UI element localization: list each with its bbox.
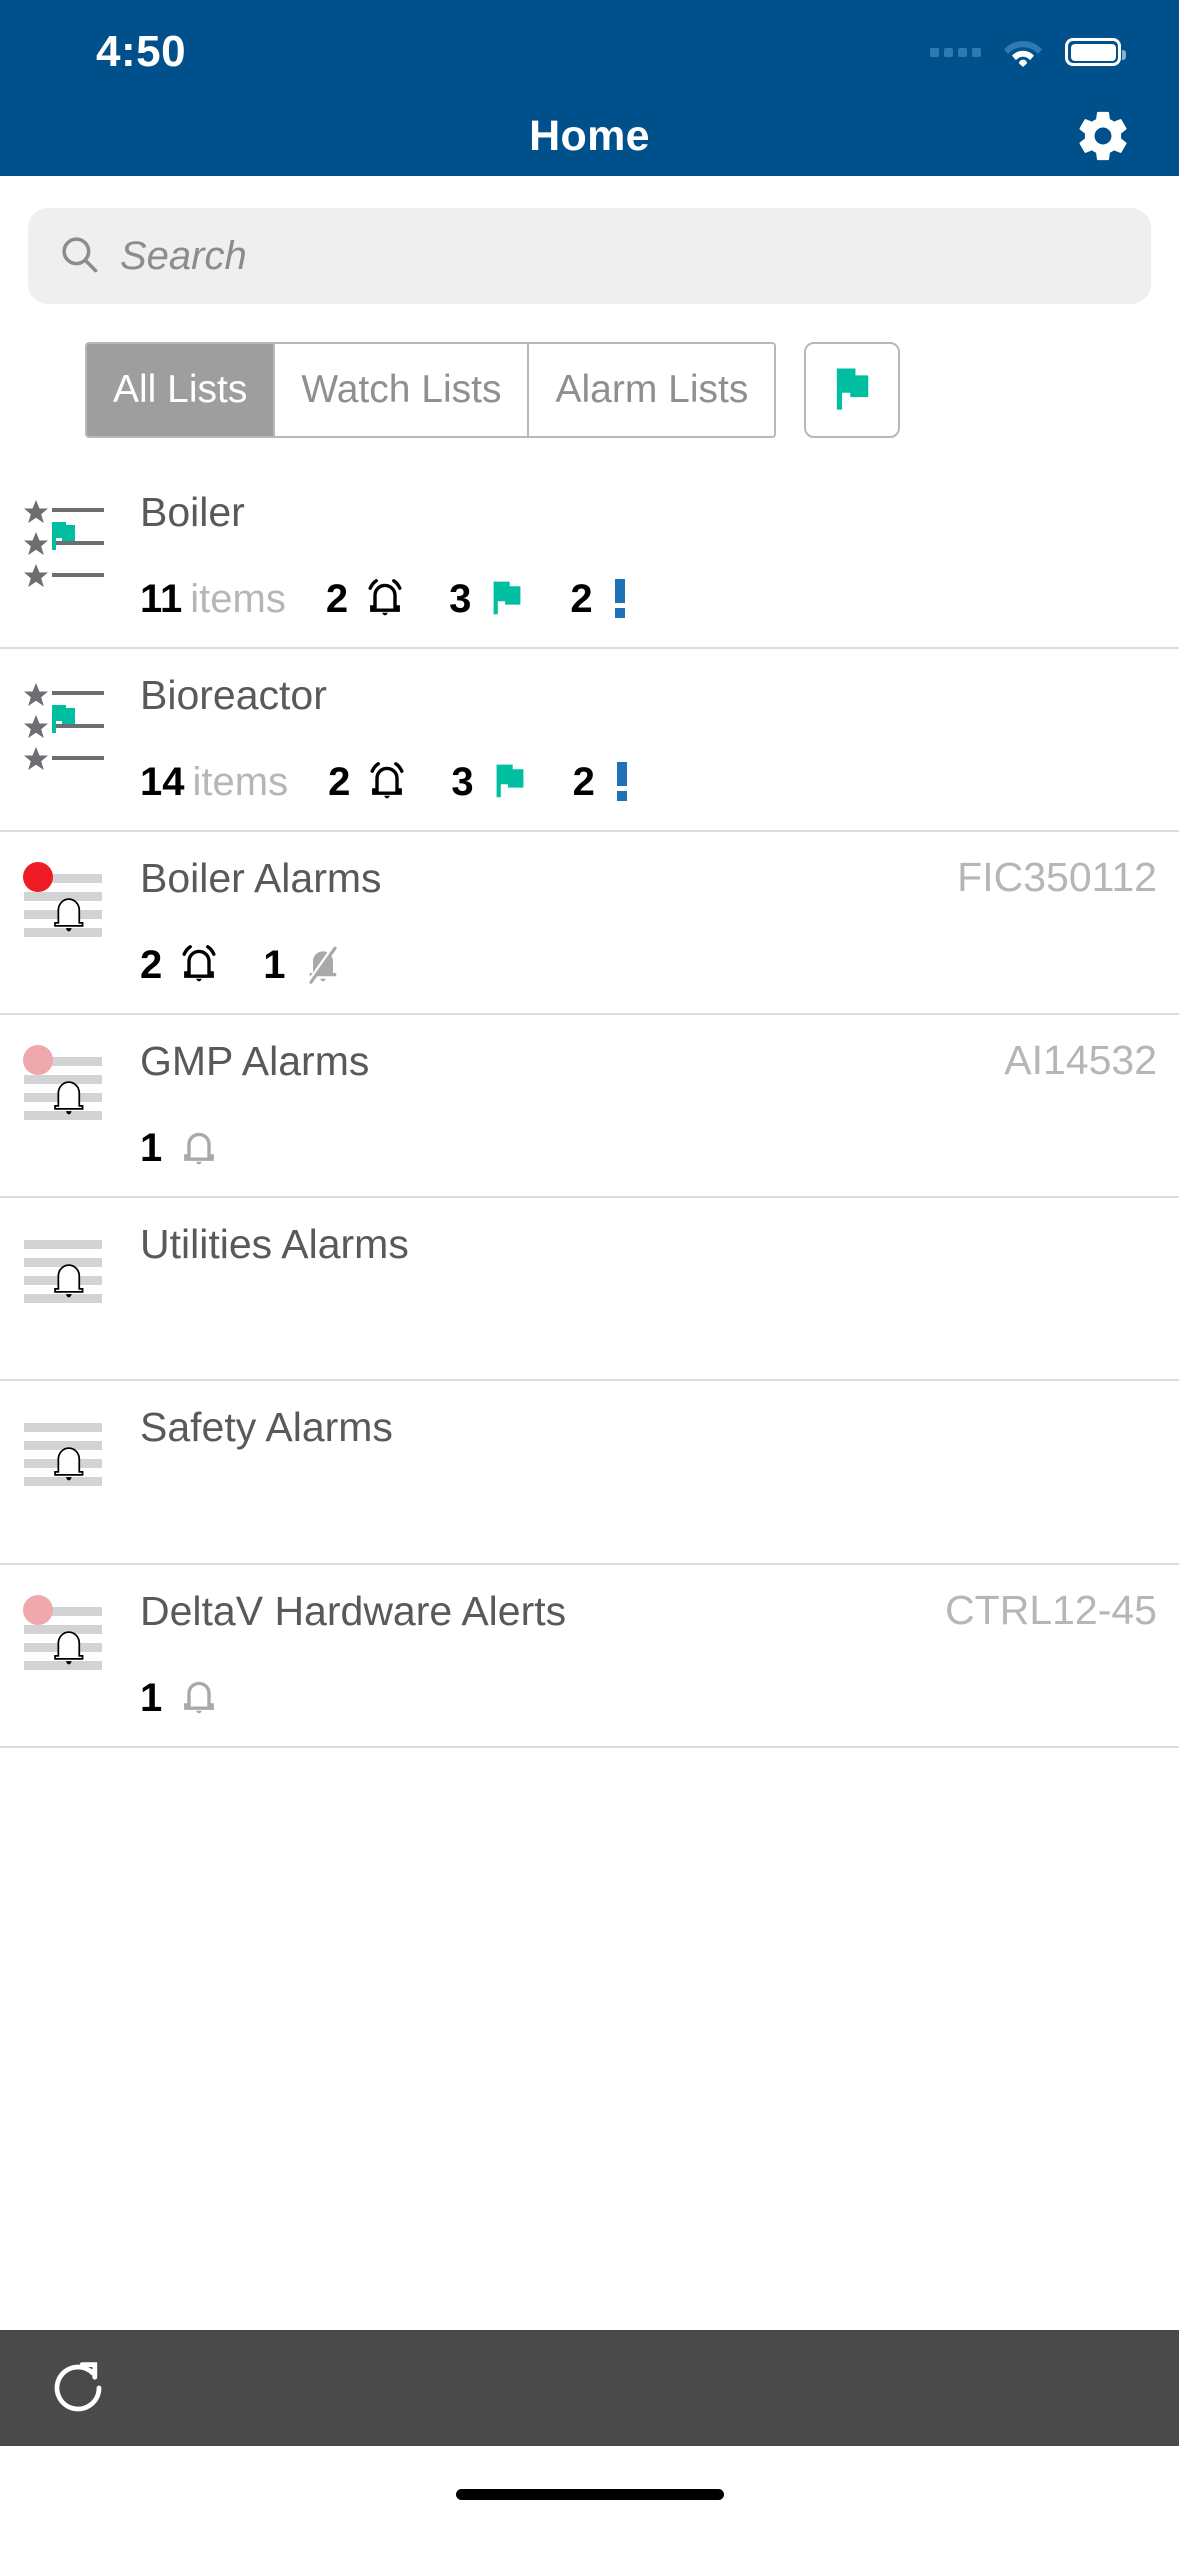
flag-filter-button[interactable] (804, 342, 901, 438)
bottom-toolbar (0, 2330, 1179, 2446)
exclamation-icon (606, 573, 634, 626)
tab-all-lists[interactable]: All Lists (87, 344, 276, 436)
status-badge: 2 (573, 756, 636, 809)
tab-alarm-lists[interactable]: Alarm Lists (529, 344, 775, 436)
exclamation-icon (608, 756, 636, 809)
badge-count: 2 (325, 577, 349, 622)
search-icon (58, 233, 100, 280)
alarm-bell-icon (175, 939, 223, 992)
status-badge: 2 (328, 756, 411, 809)
list-item-badges: 2 1 (132, 935, 1157, 995)
cellular-dots-icon (930, 47, 981, 57)
status-badge: 1 (140, 1122, 223, 1175)
badge-count: 2 (570, 577, 593, 622)
list-item[interactable]: Bioreactor 14 items 2 3 2 (0, 649, 1179, 833)
alarm-list-icon (22, 1593, 132, 1693)
status-bar: 4:50 (0, 0, 1179, 96)
app-header: 4:50 Home (0, 0, 1179, 176)
status-badge: 3 (451, 757, 532, 808)
status-badge: 11 items (140, 579, 286, 619)
alarm-list-icon (22, 1043, 132, 1143)
alarm-list-icon (22, 1409, 132, 1509)
home-indicator[interactable] (455, 2488, 724, 2500)
navigation-bar: Home (0, 96, 1179, 176)
alarm-bell-icon (363, 756, 411, 809)
search-section: Search (0, 176, 1179, 304)
status-badge: 1 (140, 1671, 223, 1724)
status-badge: 2 (140, 939, 223, 992)
lists-container: Boiler 11 items 2 3 2 Bioreactor 14 item… (0, 466, 1179, 1748)
status-badge: 3 (449, 574, 530, 625)
watch-list-icon (22, 494, 132, 594)
flag-icon (826, 362, 878, 419)
tab-watch-lists[interactable]: Watch Lists (275, 344, 530, 436)
list-item[interactable]: Boiler 11 items 2 3 2 (0, 466, 1179, 650)
battery-icon (1065, 38, 1126, 66)
badge-count: 2 (140, 943, 163, 988)
status-badge: 2 (326, 573, 409, 626)
badge-count: 2 (328, 760, 351, 805)
search-placeholder: Search (120, 233, 247, 278)
alarm-list-icon (22, 860, 132, 960)
list-item-title: Safety Alarms (140, 1404, 393, 1451)
flag-icon (484, 574, 530, 625)
list-item-title: Utilities Alarms (140, 1221, 409, 1268)
alarm-list-icon (22, 1226, 132, 1326)
segmented-control: All Lists Watch Lists Alarm Lists (85, 342, 777, 438)
status-bar-indicators (930, 29, 1126, 67)
refresh-icon[interactable] (40, 2350, 116, 2426)
status-badge: 2 (570, 573, 633, 626)
badge-count: 1 (263, 943, 286, 988)
watch-list-icon (22, 677, 132, 777)
list-item-tag: FIC350112 (957, 854, 1157, 901)
list-item-badges: 11 items 2 3 2 (132, 569, 1157, 629)
badge-count: 14 (140, 760, 185, 805)
badge-count: 2 (572, 760, 595, 805)
status-badge: 1 (263, 939, 346, 992)
flag-icon (487, 757, 533, 808)
badge-count: 1 (140, 1675, 163, 1720)
bell-outline-icon (175, 1122, 223, 1175)
list-item-badges: 1 (132, 1668, 1157, 1728)
badge-unit: items (192, 760, 289, 805)
list-item[interactable]: DeltaV Hardware Alerts CTRL12-45 1 (0, 1565, 1179, 1748)
list-item-badges (132, 1485, 1157, 1545)
alarm-bell-icon (361, 573, 409, 626)
list-item[interactable]: Boiler Alarms FIC350112 2 1 (0, 832, 1179, 1016)
list-item-badges: 1 (132, 1118, 1157, 1178)
badge-unit: items (190, 577, 286, 622)
wifi-icon (1003, 37, 1043, 67)
main-content: Search All Lists Watch Lists Alarm Lists (0, 176, 1179, 2446)
badge-count: 3 (449, 577, 472, 622)
list-item-tag: AI14532 (1004, 1037, 1157, 1084)
list-item-badges: 14 items 2 3 2 (132, 752, 1157, 812)
search-input[interactable]: Search (28, 208, 1151, 304)
list-item-title: Boiler (140, 489, 245, 535)
badge-count: 11 (140, 577, 183, 622)
list-item[interactable]: Safety Alarms (0, 1381, 1179, 1565)
badge-count: 3 (451, 760, 474, 805)
list-filter-controls: All Lists Watch Lists Alarm Lists (0, 304, 1179, 438)
list-item-tag: CTRL12-45 (945, 1586, 1157, 1633)
bell-muted-icon (299, 939, 347, 992)
status-badge: 14 items (140, 762, 288, 802)
page-title: Home (529, 111, 650, 160)
list-item[interactable]: GMP Alarms AI14532 1 (0, 1015, 1179, 1199)
gear-icon[interactable] (1071, 104, 1135, 168)
status-bar-time: 4:50 (96, 27, 187, 76)
home-indicator-area (0, 2446, 1179, 2556)
list-item-title: GMP Alarms (140, 1038, 370, 1085)
bell-outline-icon (175, 1671, 223, 1724)
list-item-badges (132, 1301, 1157, 1361)
list-item[interactable]: Utilities Alarms (0, 1198, 1179, 1382)
list-item-title: Bioreactor (140, 672, 327, 719)
badge-count: 1 (140, 1126, 163, 1171)
